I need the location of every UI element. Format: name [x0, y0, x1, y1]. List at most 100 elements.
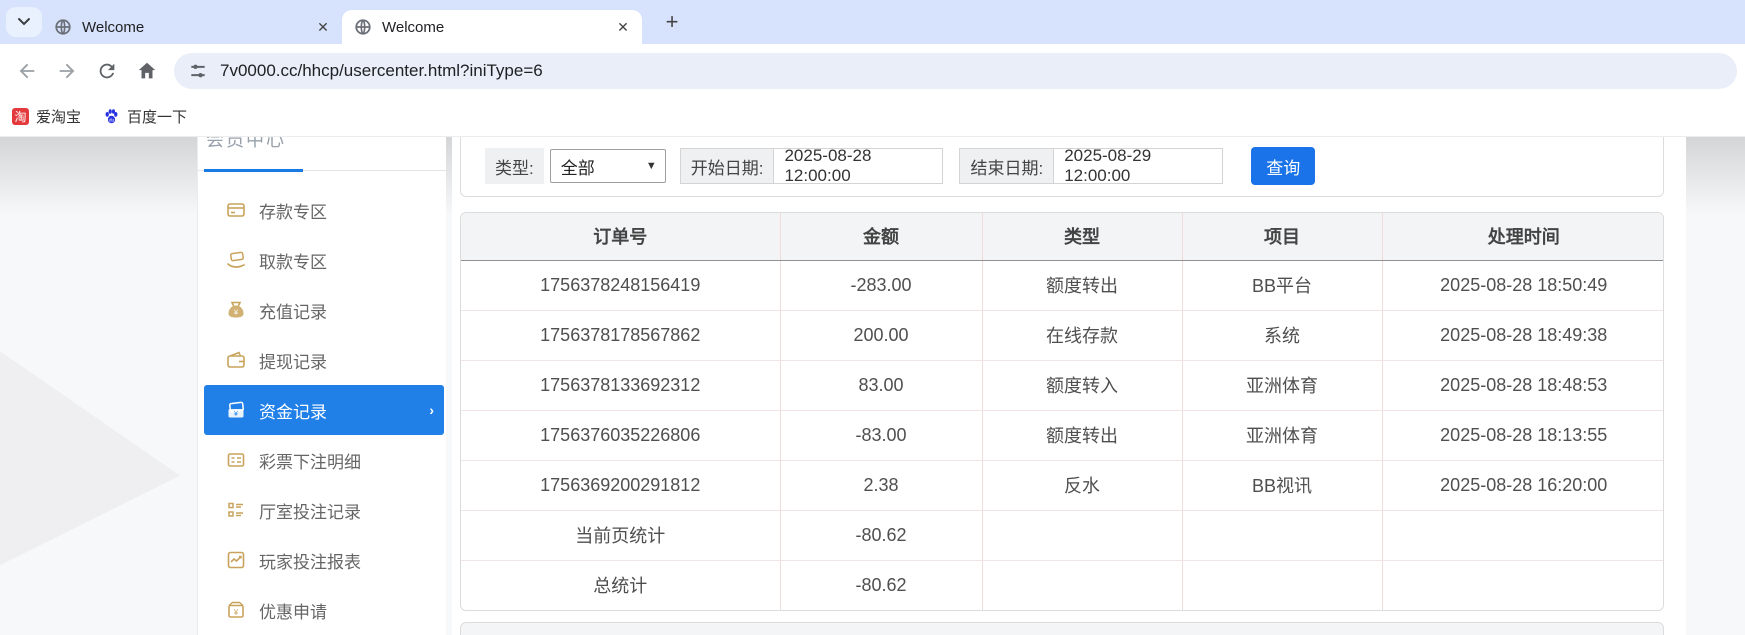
type-select-value: 全部	[561, 154, 595, 179]
bookmark-baidu[interactable]: du 百度一下	[103, 106, 187, 127]
cell-amount: -80.62	[780, 560, 982, 610]
sidebar-item-label: 玩家投注报表	[259, 548, 361, 573]
cell-project: BB平台	[1182, 260, 1382, 310]
cell-order-no: 1756378178567862	[461, 310, 780, 360]
cell-time	[1382, 510, 1664, 560]
sidebar-item-label: 充值记录	[259, 298, 327, 323]
new-tab-button[interactable]: +	[658, 8, 686, 36]
globe-favicon-icon	[54, 18, 72, 36]
start-date-input[interactable]: 2025-08-28 12:00:00	[773, 148, 943, 184]
sidebar-item-player-bet-report[interactable]: 玩家投注报表	[198, 535, 446, 585]
sidebar-item-label: 资金记录	[259, 398, 327, 423]
column-header-order-no: 订单号	[461, 213, 780, 260]
gift-icon: ¥	[226, 600, 246, 620]
cell-project: 亚洲体育	[1182, 360, 1382, 410]
sidebar-item-promo-application[interactable]: ¥ 优惠申请	[198, 585, 446, 635]
sidebar-tab-underline	[198, 159, 446, 171]
reload-button[interactable]	[94, 58, 120, 84]
table-row-grand-total: 总统计 -80.62	[461, 560, 1664, 610]
globe-favicon-icon	[354, 18, 372, 36]
page-content: 会员中心 存款专区 取款专区 ¥ 充值记录 提现记录 ¥	[0, 137, 1745, 635]
svg-text:du: du	[109, 118, 115, 123]
cell-amount: -283.00	[780, 260, 982, 310]
select-chevron-icon: ▼	[646, 160, 657, 172]
table-row-page-total: 当前页统计 -80.62	[461, 510, 1664, 560]
sidebar-item-hall-bet-records[interactable]: 厅室投注记录	[198, 485, 446, 535]
bookmark-label: 百度一下	[127, 106, 187, 127]
tab-search-button[interactable]	[6, 7, 42, 37]
cell-project	[1182, 510, 1382, 560]
search-button[interactable]: 查询	[1251, 147, 1315, 185]
taobao-icon: 淘	[12, 108, 29, 125]
tab-close-icon[interactable]: ✕	[314, 18, 332, 36]
sidebar-header-clipped: 会员中心	[198, 137, 446, 159]
address-bar[interactable]: 7v0000.cc/hhcp/usercenter.html?iniType=6	[174, 53, 1737, 89]
cell-type: 反水	[982, 460, 1182, 510]
reload-icon	[96, 60, 118, 82]
cell-project	[1182, 560, 1382, 610]
list-icon	[226, 500, 246, 520]
cell-project: 系统	[1182, 310, 1382, 360]
chevron-down-icon	[17, 15, 31, 29]
sidebar-item-label: 存款专区	[259, 198, 327, 223]
cell-time: 2025-08-28 18:13:55	[1382, 410, 1664, 460]
browser-tab-inactive[interactable]: Welcome ✕	[42, 10, 342, 44]
end-date-input[interactable]: 2025-08-29 12:00:00	[1053, 148, 1223, 184]
sidebar-item-withdraw-zone[interactable]: 取款专区	[198, 235, 446, 285]
cell-type: 额度转入	[982, 360, 1182, 410]
home-button[interactable]	[134, 58, 160, 84]
cell-order-no: 1756378248156419	[461, 260, 780, 310]
cell-amount: 2.38	[780, 460, 982, 510]
active-tab-indicator	[204, 169, 303, 172]
money-bag-icon: ¥	[226, 300, 246, 320]
back-arrow-icon	[16, 60, 38, 82]
cell-amount: 200.00	[780, 310, 982, 360]
cell-label: 当前页统计	[461, 510, 780, 560]
url-text[interactable]: 7v0000.cc/hhcp/usercenter.html?iniType=6	[220, 61, 543, 81]
chevron-right-icon: ›	[429, 402, 434, 418]
sidebar-item-label: 彩票下注明细	[259, 448, 361, 473]
end-date-group: 结束日期: 2025-08-29 12:00:00	[959, 148, 1223, 184]
cell-label: 总统计	[461, 560, 780, 610]
column-header-project: 项目	[1182, 213, 1382, 260]
cell-project: BB视讯	[1182, 460, 1382, 510]
forward-arrow-icon	[56, 60, 78, 82]
browser-tab-active[interactable]: Welcome ✕	[342, 10, 642, 44]
baidu-paw-icon: du	[103, 108, 120, 125]
receipt-icon	[226, 450, 246, 470]
cell-type: 在线存款	[982, 310, 1182, 360]
cell-time: 2025-08-28 18:48:53	[1382, 360, 1664, 410]
bookmark-taobao[interactable]: 淘 爱淘宝	[12, 106, 81, 127]
cell-order-no: 1756369200291812	[461, 460, 780, 510]
type-select[interactable]: 全部 ▼	[550, 149, 666, 183]
report-chart-icon	[226, 550, 246, 570]
filter-panel: 类型: 全部 ▼ 开始日期: 2025-08-28 12:00:00 结束日期:…	[460, 137, 1664, 197]
cell-project: 亚洲体育	[1182, 410, 1382, 460]
tab-close-icon[interactable]: ✕	[614, 18, 632, 36]
sidebar-item-lottery-bet-details[interactable]: 彩票下注明细	[198, 435, 446, 485]
start-date-label: 开始日期:	[680, 148, 774, 184]
sidebar-item-label: 厅室投注记录	[259, 498, 361, 523]
cell-type: 额度转出	[982, 260, 1182, 310]
type-filter-label: 类型:	[485, 148, 544, 184]
sidebar-item-withdrawal-records[interactable]: 提现记录	[198, 335, 446, 385]
cell-time: 2025-08-28 18:49:38	[1382, 310, 1664, 360]
cell-time	[1382, 560, 1664, 610]
cell-amount: -80.62	[780, 510, 982, 560]
cell-amount: -83.00	[780, 410, 982, 460]
sidebar-item-funds-records[interactable]: ¥ 资金记录 ›	[204, 385, 444, 435]
usercenter-sidebar: 会员中心 存款专区 取款专区 ¥ 充值记录 提现记录 ¥	[197, 137, 446, 635]
column-header-amount: 金额	[780, 213, 982, 260]
table-row: 1756378248156419 -283.00 额度转出 BB平台 2025-…	[461, 260, 1664, 310]
sidebar-item-recharge-records[interactable]: ¥ 充值记录	[198, 285, 446, 335]
back-button[interactable]	[14, 58, 40, 84]
cell-order-no: 1756378133692312	[461, 360, 780, 410]
bookmark-label: 爱淘宝	[36, 106, 81, 127]
cell-time: 2025-08-28 16:20:00	[1382, 460, 1664, 510]
cell-order-no: 1756376035226806	[461, 410, 780, 460]
home-icon	[136, 60, 158, 82]
site-info-tune-icon	[188, 61, 208, 81]
forward-button[interactable]	[54, 58, 80, 84]
funds-records-table-panel: 订单号 金额 类型 项目 处理时间 1756378248156419 -283.…	[460, 212, 1664, 611]
sidebar-item-deposit-zone[interactable]: 存款专区	[198, 185, 446, 235]
